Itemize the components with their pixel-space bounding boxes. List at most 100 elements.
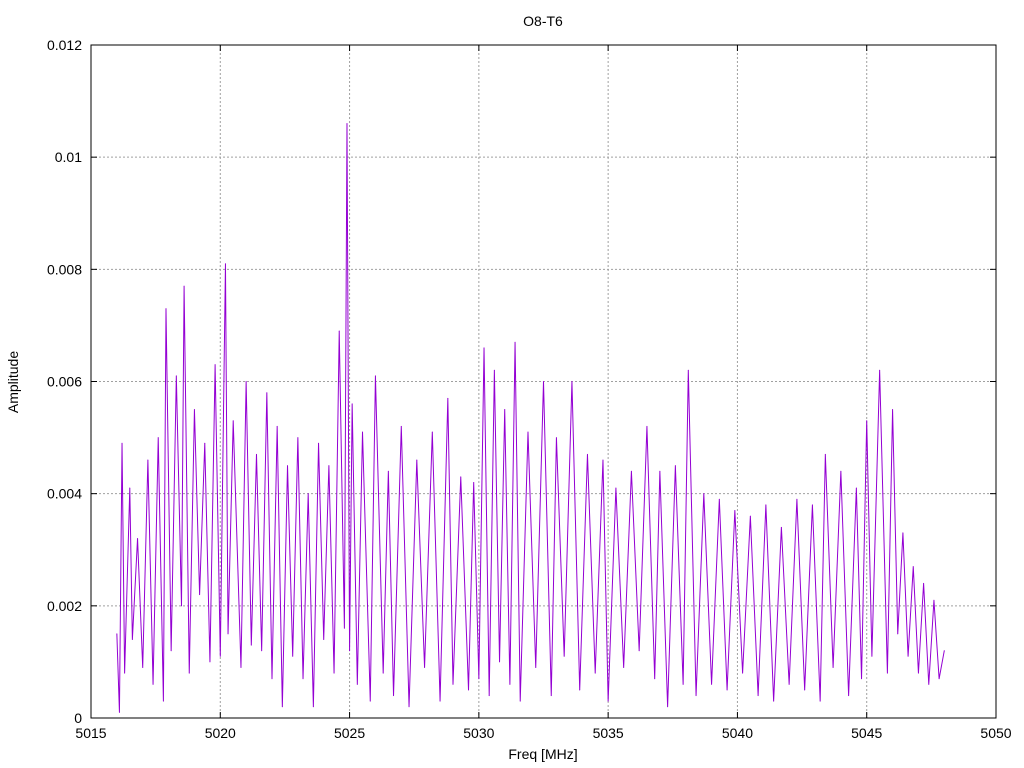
data-point	[121, 442, 123, 444]
data-point	[240, 667, 242, 669]
data-point	[188, 672, 190, 674]
data-point	[902, 532, 904, 534]
data-point	[227, 633, 229, 635]
data-point	[917, 672, 919, 674]
data-point	[695, 695, 697, 697]
data-point	[607, 700, 609, 702]
data-point	[571, 381, 573, 382]
data-point	[579, 689, 581, 691]
data-point	[773, 700, 775, 702]
data-point	[499, 661, 501, 663]
data-point	[866, 420, 868, 422]
data-point	[271, 678, 273, 680]
data-point	[780, 526, 782, 528]
y-tick-label: 0.006	[47, 374, 82, 390]
data-point	[287, 465, 289, 467]
data-point	[819, 700, 821, 702]
data-point	[765, 504, 767, 506]
data-point	[923, 582, 925, 584]
data-point	[488, 695, 490, 697]
data-point	[152, 683, 154, 685]
data-point	[840, 470, 842, 472]
data-point	[245, 381, 247, 382]
x-tick-label: 5045	[851, 725, 882, 741]
data-point	[452, 683, 454, 685]
x-axis-title: Freq [MHz]	[508, 746, 577, 762]
data-point	[393, 695, 395, 697]
data-point	[563, 655, 565, 657]
data-point	[892, 409, 894, 411]
data-point	[824, 453, 826, 455]
data-point	[886, 672, 888, 674]
data-point	[439, 700, 441, 702]
data-point	[646, 425, 648, 427]
data-point	[250, 644, 252, 646]
x-tick-label: 5050	[980, 725, 1011, 741]
data-point	[416, 459, 418, 461]
data-point	[718, 498, 720, 500]
data-point	[543, 381, 544, 382]
x-tick-label: 5030	[463, 725, 494, 741]
data-point	[351, 403, 353, 405]
data-point	[142, 667, 144, 669]
data-point	[527, 431, 529, 433]
data-point	[742, 672, 744, 674]
data-point	[509, 683, 511, 685]
data-point	[261, 650, 263, 652]
data-point	[912, 566, 914, 568]
data-point	[382, 672, 384, 674]
data-point	[832, 667, 834, 669]
data-point	[424, 667, 426, 669]
data-point	[165, 308, 167, 310]
data-point	[408, 706, 410, 708]
data-point	[400, 425, 402, 427]
data-point	[129, 487, 131, 489]
data-point	[183, 285, 185, 287]
data-point	[535, 667, 537, 669]
x-tick-label: 5035	[593, 725, 624, 741]
data-point	[871, 655, 873, 657]
data-point	[757, 695, 759, 697]
data-point	[555, 437, 557, 439]
data-point	[349, 650, 351, 652]
data-point	[473, 481, 475, 483]
data-point	[204, 442, 206, 444]
data-point	[266, 392, 268, 394]
data-point	[209, 661, 211, 663]
data-point	[586, 453, 588, 455]
data-point	[687, 369, 689, 371]
data-point	[682, 683, 684, 685]
data-point	[312, 706, 314, 708]
data-point	[387, 470, 389, 472]
data-point	[804, 689, 806, 691]
data-point	[928, 683, 930, 685]
data-point	[514, 341, 516, 343]
data-point	[594, 672, 596, 674]
y-tick-label: 0.008	[47, 261, 82, 277]
data-point	[193, 409, 195, 411]
data-point	[654, 678, 656, 680]
data-point	[483, 347, 485, 349]
data-point	[157, 437, 159, 439]
data-point	[131, 638, 133, 640]
data-point	[468, 689, 470, 691]
data-point	[447, 397, 449, 399]
data-point	[333, 672, 335, 674]
y-tick-label: 0.012	[47, 37, 82, 53]
data-point	[374, 375, 376, 377]
data-point	[811, 504, 813, 506]
data-point	[147, 459, 149, 461]
data-point	[703, 493, 705, 495]
data-point	[897, 633, 899, 635]
data-point	[328, 465, 330, 467]
data-point	[232, 420, 234, 422]
data-point	[302, 678, 304, 680]
data-point	[318, 442, 320, 444]
data-point	[907, 655, 909, 657]
data-point	[346, 123, 348, 125]
data-point	[667, 706, 669, 708]
data-point	[219, 655, 221, 657]
data-point	[493, 369, 495, 371]
data-point	[181, 605, 182, 607]
data-point	[431, 431, 433, 433]
